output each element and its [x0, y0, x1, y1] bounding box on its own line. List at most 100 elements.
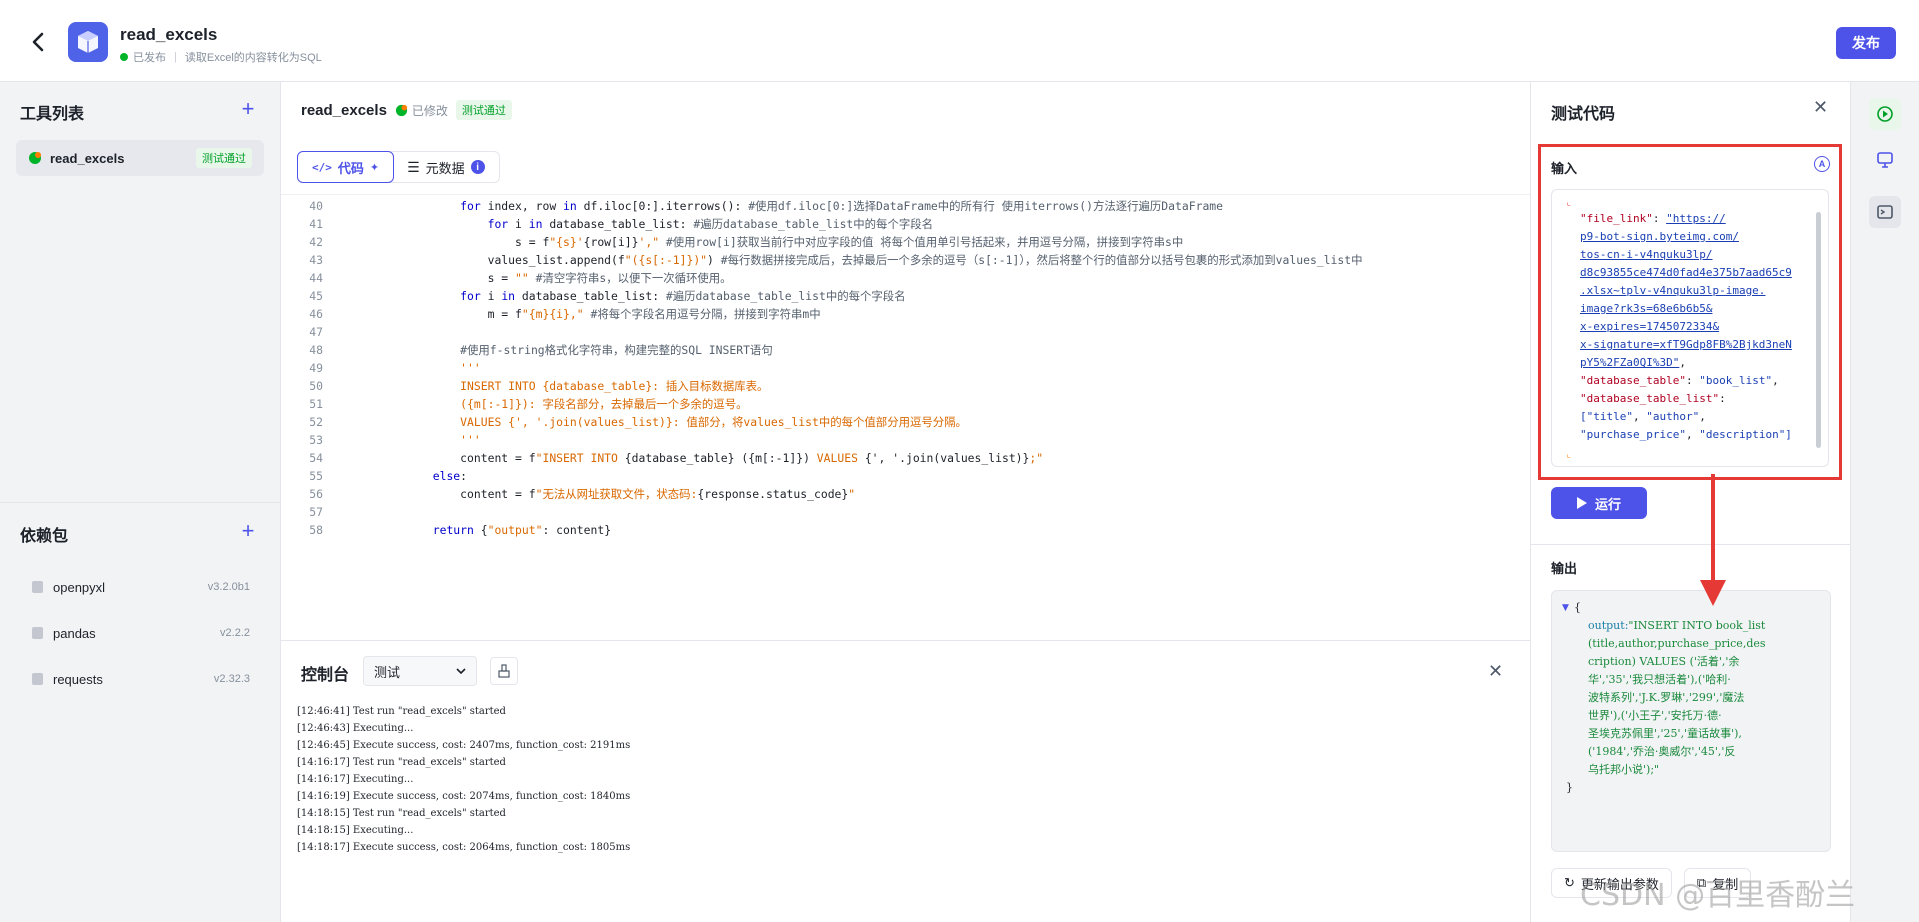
code-token: "{m}{i},": [521, 307, 584, 321]
line-number: 44: [309, 271, 323, 285]
json-token: x-signature=xfT9Gdp8FB%2Bjkd3neN: [1580, 338, 1792, 351]
json-token: :: [1685, 374, 1700, 387]
line-number: 43: [309, 253, 323, 267]
json-token: "book_list": [1699, 374, 1773, 387]
json-token: ,: [1632, 410, 1647, 423]
tool-status-icon: [29, 152, 41, 164]
code-line: 41 for i in database_table_list: #遍历data…: [281, 215, 1530, 233]
dependency-name: openpyxl: [53, 579, 106, 595]
code-line: 47: [281, 323, 1530, 341]
code-token: values_list.append(f: [405, 253, 625, 267]
tool-item-read-excels[interactable]: read_excels 测试通过: [16, 140, 264, 176]
json-line: .xlsx~tplv-v4nquku3lp-image.: [1580, 282, 1765, 300]
json-token: ["title": [1580, 410, 1633, 423]
json-token: tos-cn-i-v4nquku3lp/: [1580, 248, 1713, 261]
code-token: {row[i]}: [583, 235, 639, 249]
output-value: (title,author,purchase_price,des: [1588, 637, 1766, 650]
app-description: 读取Excel的内容转化为SQL: [184, 52, 322, 64]
code-token: s =: [405, 271, 516, 285]
ai-generate-icon[interactable]: A: [1814, 156, 1830, 172]
console-mode-select[interactable]: 测试: [363, 656, 477, 686]
input-label: 输入: [1551, 161, 1578, 176]
line-number: 42: [309, 235, 323, 249]
code-line: 49 ''': [281, 359, 1530, 377]
dependency-item[interactable]: openpyxl v3.2.0b1: [32, 575, 250, 599]
terminal-icon[interactable]: [1869, 196, 1901, 228]
app-name: read_excels: [120, 25, 218, 44]
json-line: "file_link": "https://: [1580, 210, 1726, 228]
dependencies-title: 依赖包: [20, 528, 69, 545]
json-line: x-expires=1745072334&: [1580, 318, 1719, 336]
code-token: for: [405, 217, 516, 231]
publish-button[interactable]: 发布: [1836, 27, 1896, 59]
code-token: return: [405, 523, 481, 537]
console-panel: 控制台 测试 ✕ [12:46:41] Test run "read_excel…: [281, 640, 1530, 922]
console-log-line: [14:16:19] Execute success, cost: 2074ms…: [297, 791, 631, 802]
dependency-name: requests: [53, 671, 103, 687]
code-token: df.iloc[0:].iterrows():: [583, 199, 749, 213]
code-token: #将每个字段名用逗号分隔，拼接到字符串m中: [590, 307, 821, 321]
json-open-brace: ⌞: [1566, 198, 1572, 208]
dependency-item[interactable]: pandas v2.2.2: [32, 621, 250, 645]
output-close-brace: }: [1566, 781, 1573, 794]
code-line: 45 for i in database_table_list: #遍历data…: [281, 287, 1530, 305]
code-token: content = f: [405, 487, 536, 501]
add-dependency-button[interactable]: +: [238, 520, 258, 542]
tab-code[interactable]: </> 代码 ✦: [297, 151, 395, 183]
console-log-line: [12:46:45] Execute success, cost: 2407ms…: [297, 740, 631, 751]
refresh-icon: ↻: [1564, 875, 1575, 890]
dependency-version: v2.2.2: [220, 627, 250, 639]
json-token: .xlsx~tplv-v4nquku3lp-image.: [1580, 284, 1766, 297]
code-token: #每行数据拼接完成后，去掉最后一个多余的逗号（s[:-1]），然后将整个行的值部…: [720, 253, 1363, 267]
code-line: 56 content = f"无法从网址获取文件，状态码:{response.s…: [281, 485, 1530, 503]
dependency-item[interactable]: requests v2.32.3: [32, 667, 250, 691]
output-value: 世界'),('小王子','安托万·德·: [1588, 709, 1722, 722]
json-line: p9-bot-sign.byteimg.com/: [1580, 228, 1739, 246]
input-json-editor[interactable]: ⌞ "file_link": "https:// p9-bot-sign.bytei…: [1551, 189, 1829, 467]
editor-header: read_excels 已修改 测试通过: [301, 100, 512, 120]
run-button[interactable]: 运行: [1551, 487, 1647, 519]
json-token: d8c93855ce474d0fad4e375b7aad65c9: [1580, 266, 1792, 279]
code-token: content = f: [405, 451, 536, 465]
modified-status-icon: [395, 104, 407, 116]
code-editor[interactable]: 40 for index, row in df.iloc[0:].iterrow…: [281, 194, 1530, 640]
back-arrow-icon[interactable]: [28, 30, 48, 54]
code-line: 55 else:: [281, 467, 1530, 485]
line-number: 48: [309, 343, 323, 357]
tab-metadata[interactable]: ☰ 元数据 i: [393, 152, 499, 182]
code-token: #清空字符串s，以便下一次循环使用。: [535, 271, 732, 285]
code-token: database_table_list:: [521, 289, 666, 303]
code-token: #使用row[i]获取当前行中对应字段的值 将每个值用单引号括起来，并用逗号分隔…: [665, 235, 1184, 249]
preview-icon[interactable]: [1869, 144, 1901, 176]
output-open-brace: {: [1574, 601, 1581, 614]
dependency-version: v3.2.0b1: [207, 581, 250, 593]
code-token: m = f: [405, 307, 522, 321]
json-token: "database_table": [1580, 374, 1686, 387]
code-token: i: [515, 217, 529, 231]
clear-console-button[interactable]: [490, 657, 518, 685]
panel-divider: [1531, 544, 1851, 545]
json-token: ,: [1699, 410, 1706, 423]
code-token: #使用df.iloc[0:]选择DataFrame中的所有行 使用iterrow…: [748, 199, 1224, 213]
code-token: s = f: [405, 235, 550, 249]
code-token: i: [487, 289, 502, 303]
code-token: #遍历database_table_list中的每个字段名: [665, 289, 906, 303]
ai-sparkle-icon: ✦: [369, 161, 380, 174]
line-number: 54: [309, 451, 323, 465]
json-line: x-signature=xfT9Gdp8FB%2Bjkd3neN: [1580, 336, 1792, 354]
test-run-icon[interactable]: [1869, 98, 1901, 130]
output-value: 乌托邦小说');": [1588, 763, 1660, 776]
dependency-name: pandas: [53, 625, 96, 641]
line-number: 51: [309, 397, 323, 411]
json-line: tos-cn-i-v4nquku3lp/: [1580, 246, 1712, 264]
json-close-brace: ⌞: [1566, 450, 1572, 460]
code-line: 52 VALUES {', '.join(values_list)}: 值部分，…: [281, 413, 1530, 431]
code-token: VALUES: [809, 451, 865, 465]
json-token: image?rk3s=68e6b6b5&: [1580, 302, 1713, 315]
close-console-icon[interactable]: ✕: [1488, 661, 1503, 682]
line-number: 58: [309, 523, 323, 537]
input-scrollbar[interactable]: [1816, 212, 1821, 448]
add-tool-button[interactable]: +: [238, 98, 258, 120]
close-panel-icon[interactable]: ✕: [1813, 97, 1828, 118]
